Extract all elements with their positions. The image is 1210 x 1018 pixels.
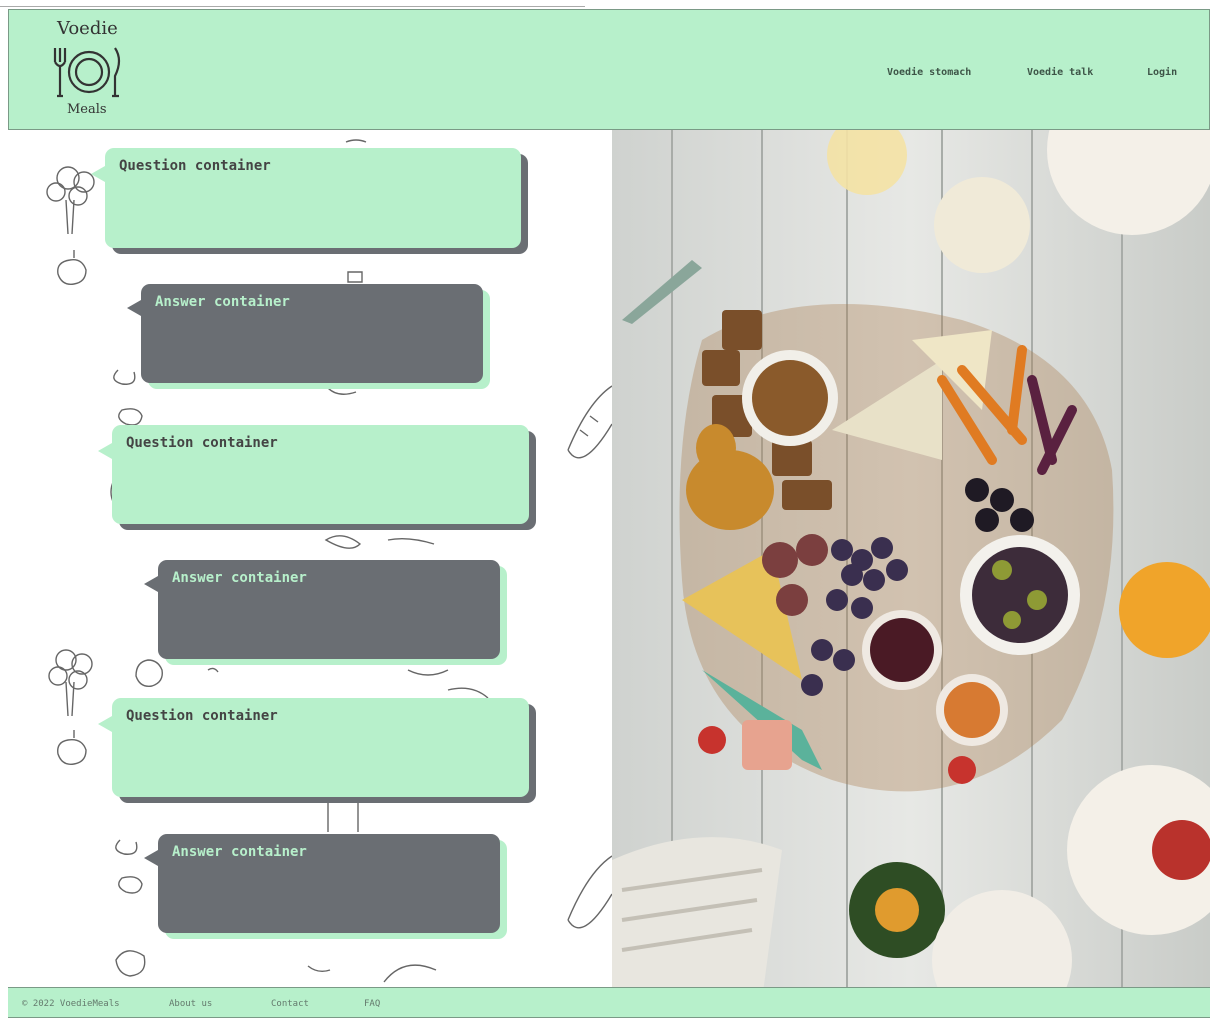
question-container: Question container <box>91 148 521 248</box>
answer-text: Answer container <box>172 570 307 586</box>
copyright-text: © 2022 VoedieMeals <box>22 999 120 1009</box>
chat-panel: Question container Answer container Ques… <box>8 130 612 987</box>
bubble-tail <box>98 716 112 732</box>
answer-container: Answer container <box>144 560 500 659</box>
answer-container: Answer container <box>144 834 500 933</box>
bubble-tail <box>144 576 158 592</box>
site-header: Voedie Meals Voedie stomach Voedie talk … <box>8 9 1210 130</box>
broccoli-icon <box>46 166 95 235</box>
apple-icon <box>57 250 87 285</box>
footer-link-about-us[interactable]: About us <box>169 999 212 1009</box>
question-text: Question container <box>126 708 278 724</box>
footer-link-faq[interactable]: FAQ <box>364 999 380 1009</box>
answer-text: Answer container <box>172 844 307 860</box>
food-platter-photo <box>612 130 1210 987</box>
bubble-tail <box>127 300 141 316</box>
nav-voedie-stomach[interactable]: Voedie stomach <box>887 67 971 78</box>
question-text: Question container <box>119 158 271 174</box>
site-footer: © 2022 VoedieMeals About us Contact FAQ <box>8 987 1210 1018</box>
bubble-tail <box>98 443 112 459</box>
nav-voedie-talk[interactable]: Voedie talk <box>1027 67 1093 78</box>
question-text: Question container <box>126 435 278 451</box>
bubble-tail <box>91 166 105 182</box>
food-platter-image <box>612 130 1210 987</box>
answer-container: Answer container <box>127 284 483 383</box>
logo-text-bottom: Meals <box>67 102 107 117</box>
logo[interactable]: Voedie Meals <box>49 16 129 124</box>
window-top-strip <box>0 0 1210 9</box>
bubble-tail <box>144 850 158 866</box>
logo-text-top: Voedie <box>57 18 118 39</box>
question-container: Question container <box>98 425 529 524</box>
footer-link-contact[interactable]: Contact <box>271 999 309 1009</box>
question-container: Question container <box>98 698 529 797</box>
answer-text: Answer container <box>155 294 290 310</box>
plate-cutlery-icon <box>53 47 121 98</box>
nav-login[interactable]: Login <box>1147 67 1177 78</box>
